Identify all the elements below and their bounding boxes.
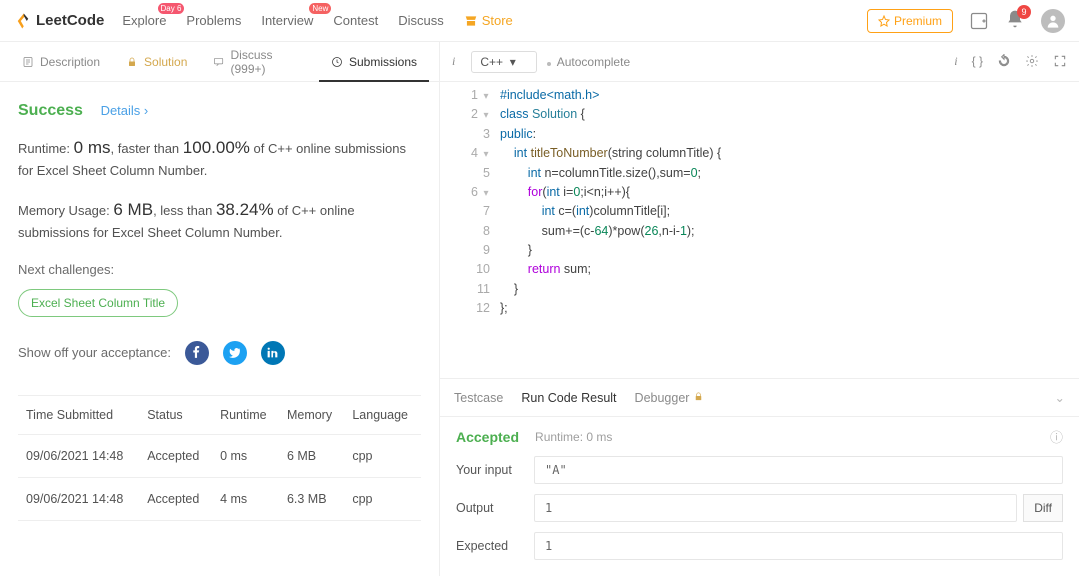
expected-value: 1 xyxy=(534,532,1063,560)
nav-contest[interactable]: Contest xyxy=(333,13,378,28)
show-off-row: Show off your acceptance: xyxy=(18,341,421,365)
collapse-icon[interactable]: ⌄ xyxy=(1055,390,1065,405)
result-tabs: Testcase Run Code Result Debugger ⌄ xyxy=(440,379,1079,417)
tab-solution[interactable]: Solution xyxy=(114,42,199,81)
col-lang: Language xyxy=(344,395,421,434)
tab-description[interactable]: Description xyxy=(10,42,112,81)
output-label: Output xyxy=(456,501,534,515)
tab-testcase[interactable]: Testcase xyxy=(454,391,503,405)
fullscreen-icon[interactable] xyxy=(1053,54,1067,68)
avatar[interactable] xyxy=(1041,9,1065,33)
editor-toolbar: i C++ ▾ Autocomplete i { } xyxy=(440,42,1079,82)
diff-button[interactable]: Diff xyxy=(1023,494,1063,522)
tab-run-result[interactable]: Run Code Result xyxy=(521,391,616,405)
twitter-icon[interactable] xyxy=(223,341,247,365)
explore-badge: Day 6 xyxy=(158,3,185,14)
memory-stat: Memory Usage: 6 MB, less than 38.24% of … xyxy=(18,196,421,244)
lock-icon xyxy=(693,391,704,402)
info-icon[interactable]: i xyxy=(452,54,455,69)
nav-problems[interactable]: Problems xyxy=(186,13,241,28)
leetcode-icon xyxy=(14,12,32,30)
star-icon xyxy=(878,15,890,27)
right-pane: i C++ ▾ Autocomplete i { } 1▾2▾3 4▾56▾ 7… xyxy=(440,42,1079,576)
notifications-button[interactable]: 9 xyxy=(1005,9,1025,32)
runtime-stat: Runtime: 0 ms, faster than 100.00% of C+… xyxy=(18,134,421,182)
braces-icon[interactable]: { } xyxy=(972,54,983,69)
interview-badge: New xyxy=(309,3,331,14)
run-status: Accepted xyxy=(456,429,519,445)
code-lines: #include<math.h> class Solution { public… xyxy=(500,86,1079,378)
reset-icon[interactable] xyxy=(997,54,1011,68)
run-runtime: Runtime: 0 ms xyxy=(535,430,612,444)
submissions-table: Time Submitted Status Runtime Memory Lan… xyxy=(18,395,421,521)
language-select[interactable]: C++ ▾ xyxy=(471,51,536,73)
settings-icon[interactable] xyxy=(1025,54,1039,68)
success-label: Success xyxy=(18,102,83,119)
result-panel: Testcase Run Code Result Debugger ⌄ Acce… xyxy=(440,378,1079,576)
left-tabs: Description Solution Discuss (999+) Subm… xyxy=(0,42,439,82)
table-row[interactable]: 09/06/2021 14:48 Accepted 4 ms 6.3 MB cp… xyxy=(18,477,421,520)
discuss-icon xyxy=(213,56,224,68)
nav-links: ExploreDay 6 Problems InterviewNew Conte… xyxy=(122,13,512,28)
details-link[interactable]: Details › xyxy=(101,103,149,118)
next-challenge-chip[interactable]: Excel Sheet Column Title xyxy=(18,289,178,317)
input-label: Your input xyxy=(456,463,534,477)
nav-explore[interactable]: ExploreDay 6 xyxy=(122,13,166,28)
lock-icon xyxy=(126,56,138,68)
linkedin-icon[interactable] xyxy=(261,341,285,365)
autocomplete-toggle[interactable]: Autocomplete xyxy=(547,55,630,69)
nav-discuss[interactable]: Discuss xyxy=(398,13,444,28)
help-icon[interactable]: ⓘ xyxy=(1050,427,1063,446)
playground-icon[interactable] xyxy=(969,11,989,31)
logo-text: LeetCode xyxy=(36,12,104,29)
bell-count: 9 xyxy=(1017,5,1031,19)
left-pane: Description Solution Discuss (999+) Subm… xyxy=(0,42,440,576)
input-value: "A" xyxy=(534,456,1063,484)
store-icon xyxy=(464,14,478,28)
col-memory: Memory xyxy=(279,395,344,434)
gutter: 1▾2▾3 4▾56▾ 789101112 xyxy=(440,86,500,378)
col-time: Time Submitted xyxy=(18,395,139,434)
tab-discuss[interactable]: Discuss (999+) xyxy=(201,42,317,81)
output-value: 1 xyxy=(534,494,1017,522)
nav-store[interactable]: Store xyxy=(464,13,513,28)
top-nav: LeetCode ExploreDay 6 Problems Interview… xyxy=(0,0,1079,42)
nav-interview[interactable]: InterviewNew xyxy=(261,13,313,28)
expected-label: Expected xyxy=(456,539,534,553)
premium-button[interactable]: Premium xyxy=(867,9,953,33)
history-icon xyxy=(331,56,343,68)
user-icon xyxy=(1045,13,1061,29)
col-status: Status xyxy=(139,395,212,434)
col-runtime: Runtime xyxy=(212,395,279,434)
show-off-label: Show off your acceptance: xyxy=(18,345,171,360)
table-row[interactable]: 09/06/2021 14:48 Accepted 0 ms 6 MB cpp xyxy=(18,434,421,477)
nav-right: Premium 9 xyxy=(867,9,1065,33)
tab-debugger[interactable]: Debugger xyxy=(635,391,704,405)
facebook-icon[interactable] xyxy=(185,341,209,365)
submission-body: Success Details › Runtime: 0 ms, faster … xyxy=(0,82,439,576)
next-challenges-label: Next challenges: xyxy=(18,262,421,277)
description-icon xyxy=(22,56,34,68)
tab-submissions[interactable]: Submissions xyxy=(319,42,429,81)
logo[interactable]: LeetCode xyxy=(14,12,104,30)
code-editor[interactable]: 1▾2▾3 4▾56▾ 789101112 #include<math.h> c… xyxy=(440,82,1079,378)
editor-info-icon[interactable]: i xyxy=(954,54,957,69)
